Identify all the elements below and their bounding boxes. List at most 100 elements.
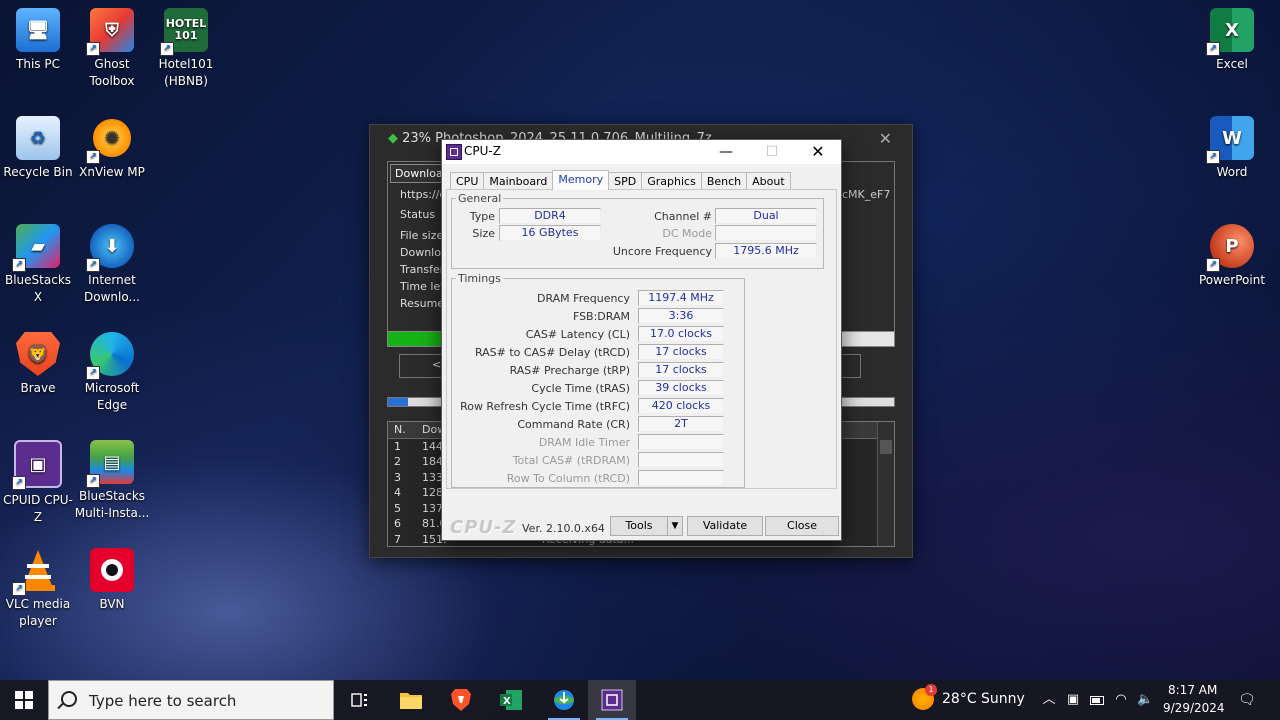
taskbar-file-explorer[interactable] [387, 680, 435, 720]
tools-dropdown-arrow-icon[interactable]: ▼ [667, 516, 683, 536]
meet-now-icon[interactable]: ▣ [1065, 692, 1081, 708]
bluestacks-multi-icon: ▤ ↗ [86, 440, 134, 488]
download-label-resume: Resume [400, 297, 445, 310]
weather-badge: 1 [925, 684, 937, 696]
desktop-icon-brave[interactable]: 🦁 Brave [0, 324, 76, 397]
minimize-icon[interactable]: — [703, 140, 749, 164]
cpuz-app-icon [446, 144, 462, 160]
desktop-icon-ghost-toolbox[interactable]: ⛨ ↗ Ghost Toolbox [74, 0, 150, 90]
tab-cpu[interactable]: CPU [450, 172, 485, 190]
validate-button[interactable]: Validate [687, 516, 763, 536]
tab-bench[interactable]: Bench [700, 172, 748, 190]
download-url-tail: cMK_eF7 [842, 188, 891, 201]
task-view-icon [351, 693, 367, 707]
desktop-icon-recycle-bin[interactable]: ♻ Recycle Bin [0, 108, 76, 181]
cpuz-title-bar[interactable]: CPU-Z — ☐ ✕ [442, 140, 841, 164]
close-icon[interactable]: ✕ [879, 129, 892, 148]
desktop-icon-vlc[interactable]: ↗ VLC media player [0, 540, 76, 630]
hotel101-icon: HOTEL 101 ↗ [160, 8, 208, 56]
weather-text[interactable]: 28°C Sunny [942, 691, 1025, 707]
close-icon[interactable]: ✕ [795, 140, 841, 164]
computer-icon: 🖥 [16, 8, 60, 52]
list-scrollbar[interactable] [877, 422, 894, 546]
svg-text:X: X [503, 696, 511, 707]
close-button[interactable]: Close [765, 516, 839, 536]
download-app-icon: ◆ [388, 131, 398, 146]
windows-logo-icon [15, 691, 33, 709]
desktop-icon-excel[interactable]: X ↗ Excel [1194, 0, 1270, 73]
tab-spd[interactable]: SPD [608, 172, 643, 190]
download-button-partial[interactable]: < [432, 358, 441, 371]
taskbar-internet-download-manager[interactable] [540, 680, 588, 720]
desktop-icon-powerpoint[interactable]: P ↗ PowerPoint [1194, 216, 1270, 289]
taskbar-search[interactable]: Type here to search [48, 680, 334, 720]
folder-icon [400, 693, 422, 709]
word-icon: W ↗ [1206, 116, 1254, 164]
timing-label: RAS# Precharge (tRP) [509, 364, 630, 377]
desktop-icon-bluestacks-multi[interactable]: ▤ ↗ BlueStacks Multi-Insta... [74, 432, 150, 522]
cpuz-icon: ▣ ↗ [12, 440, 62, 490]
desktop-icon-idm[interactable]: ⬇ ↗ Internet Downlo... [74, 216, 150, 306]
internet-download-manager-icon: ⬇ ↗ [86, 224, 134, 272]
desktop-icon-edge[interactable]: ↗ Microsoft Edge [74, 324, 150, 414]
cpuz-window[interactable]: CPU-Z — ☐ ✕ CPU Mainboard Memory SPD Gra… [441, 139, 842, 541]
notification-icon[interactable]: 🗨 [1238, 692, 1256, 708]
brave-icon [451, 689, 471, 711]
tab-memory[interactable]: Memory [552, 170, 610, 190]
taskbar-excel[interactable]: X [487, 680, 535, 720]
desktop-icon-bluestacks-x[interactable]: ▰ ↗ BlueStacks X [0, 216, 76, 306]
size-label: Size [472, 227, 495, 240]
chevron-up-icon[interactable]: ︿ [1041, 692, 1057, 708]
cpuz-footer: CPU-Z Ver. 2.10.0.x64 Tools ▼ Validate C… [442, 512, 841, 540]
clock-date[interactable]: 9/29/2024 [1163, 701, 1225, 715]
tab-mainboard[interactable]: Mainboard [483, 172, 554, 190]
clock-time[interactable]: 8:17 AM [1168, 683, 1217, 697]
desktop-icon-xnview[interactable]: ✺ ↗ XnView MP [74, 108, 150, 181]
desktop-icon-hotel101[interactable]: HOTEL 101 ↗ Hotel101 (HBNB) [148, 0, 224, 90]
tab-graphics[interactable]: Graphics [641, 172, 702, 190]
timing-label: DRAM Idle Timer [538, 436, 630, 449]
search-icon [61, 691, 77, 707]
timing-value: 17 clocks [638, 362, 724, 378]
timing-value: 17.0 clocks [638, 326, 724, 342]
desktop-icon-bvn[interactable]: BVN [74, 540, 150, 613]
memory-tab-body: General Type DDR4 Size 16 GBytes Channel… [446, 189, 837, 489]
taskbar-brave[interactable] [437, 680, 485, 720]
timing-label: Row Refresh Cycle Time (tRFC) [460, 400, 630, 413]
maximize-icon[interactable]: ☐ [749, 140, 795, 164]
bluestacks-icon: ▰ ↗ [12, 224, 60, 272]
channel-label: Channel # [654, 210, 712, 223]
desktop-icon-word[interactable]: W ↗ Word [1194, 108, 1270, 181]
type-label: Type [469, 210, 495, 223]
volume-icon[interactable]: 🔈 [1137, 692, 1153, 708]
timing-label: Total CAS# (tRDRAM) [512, 454, 630, 467]
timing-label: RAS# to CAS# Delay (tRCD) [474, 346, 630, 359]
download-connection-fill [388, 398, 409, 406]
tools-button[interactable]: Tools [610, 516, 668, 536]
timing-value: 420 clocks [638, 398, 724, 414]
timing-value [638, 452, 724, 468]
search-placeholder: Type here to search [89, 692, 237, 710]
desktop-icon-this-pc[interactable]: 🖥 This PC [0, 0, 76, 73]
download-label-status: Status [400, 208, 436, 221]
battery-icon[interactable] [1089, 692, 1105, 708]
download-url: https://d [400, 188, 447, 201]
recycle-bin-icon: ♻ [16, 116, 60, 160]
timing-label: CAS# Latency (CL) [525, 328, 630, 341]
desktop-icon-cpuz[interactable]: ▣ ↗ CPUID CPU-Z [0, 432, 76, 526]
download-label-filesize: File size [400, 229, 444, 242]
channel-value: Dual [715, 208, 817, 224]
cpuz-tabs: CPU Mainboard Memory SPD Graphics Bench … [450, 170, 791, 190]
taskbar-cpuz[interactable] [588, 680, 636, 720]
timing-value: 17 clocks [638, 344, 724, 360]
timing-value [638, 470, 724, 486]
edge-icon: ↗ [86, 332, 134, 380]
start-button[interactable] [0, 680, 48, 720]
wifi-icon[interactable]: ◠ [1113, 692, 1129, 708]
xnview-icon: ✺ ↗ [86, 116, 134, 164]
task-view-button[interactable] [336, 680, 384, 720]
tab-about[interactable]: About [746, 172, 791, 190]
bvn-icon [90, 548, 134, 592]
cpuz-logo: CPU-Z [450, 517, 517, 538]
size-value: 16 GBytes [499, 225, 601, 241]
